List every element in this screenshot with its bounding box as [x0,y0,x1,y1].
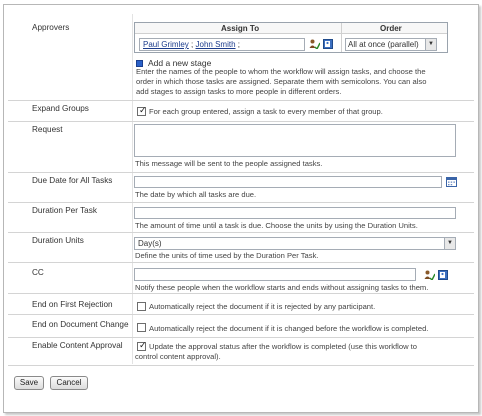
expand-groups-text: For each group entered, assign a task to… [149,107,383,116]
checkmark-icon: ✓ [139,340,147,350]
duration-units-row: Duration Units Day(s) ▼ Define the units… [8,232,474,262]
duration-per-task-row: Duration Per Task The amount of time unt… [8,202,474,232]
duration-units-select[interactable]: Day(s) ▼ [134,237,456,250]
end-first-rejection-label: End on First Rejection [32,300,113,309]
add-stage-icon [136,60,143,67]
chevron-down-icon[interactable]: ▼ [425,39,436,50]
cc-input[interactable] [134,268,416,281]
cc-description: Notify these people when the workflow st… [135,283,429,292]
chevron-down-icon[interactable]: ▼ [444,238,455,249]
content-approval-label: Enable Content Approval [32,341,123,350]
end-first-rejection-text: Automatically reject the document if it … [149,302,376,311]
request-label: Request [32,125,63,134]
assignee-name[interactable]: Paul Grimley [143,40,189,49]
duration-per-task-input[interactable] [134,207,456,219]
check-names-icon[interactable] [309,39,320,49]
address-book-icon[interactable] [323,39,333,49]
content-approval-row: Enable Content Approval ✓ Update the app… [8,337,474,364]
approvers-row: Approvers Assign To Order Paul Grimley ;… [8,14,474,100]
end-doc-change-text: Automatically reject the document if it … [149,324,429,333]
expand-groups-checkbox[interactable]: ✓ [137,105,147,116]
due-date-row: Due Date for All Tasks The date by which… [8,172,474,202]
cc-row: CC Notify these people when the workflow… [8,262,474,293]
approvers-label: Approvers [32,23,70,32]
due-date-input[interactable] [134,176,442,188]
check-names-icon[interactable] [424,270,435,280]
save-button[interactable]: Save [14,376,44,390]
cancel-button[interactable]: Cancel [50,376,88,390]
content-approval-checkbox[interactable]: ✓ [137,340,147,351]
checkmark-icon: ✓ [139,105,147,115]
approvers-description: Enter the names of the people to whom th… [136,67,427,96]
assignee-name[interactable]: John Smith [196,40,236,49]
expand-groups-row: Expand Groups ✓ For each group entered, … [8,100,474,121]
duration-per-task-description: The amount of time until a task is due. … [135,221,418,230]
end-first-rejection-checkbox[interactable] [137,302,146,311]
assign-to-input[interactable]: Paul Grimley ; John Smith ; [139,38,305,51]
request-description: This message will be sent to the people … [135,159,323,168]
due-date-label: Due Date for All Tasks [32,176,113,185]
duration-per-task-label: Duration Per Task [32,206,97,215]
button-bar: Save Cancel [8,365,474,393]
request-row: Request This message will be sent to the… [8,121,474,172]
assign-to-header: Assign To [221,24,260,33]
end-doc-change-checkbox[interactable] [137,323,146,332]
end-doc-change-row: End on Document Change Automatically rej… [8,314,474,337]
end-first-rejection-row: End on First Rejection Automatically rej… [8,293,474,314]
workflow-form: Approvers Assign To Order Paul Grimley ;… [3,4,479,413]
due-date-description: The date by which all tasks are due. [135,190,257,199]
address-book-icon[interactable] [438,270,448,280]
request-textarea[interactable] [134,124,456,157]
duration-units-description: Define the units of time used by the Dur… [135,251,319,260]
approvers-grid: Assign To Order Paul Grimley ; John Smit… [134,22,448,53]
order-header: Order [380,24,402,33]
calendar-icon[interactable] [446,177,457,187]
cc-label: CC [32,268,44,277]
end-doc-change-label: End on Document Change [32,320,129,329]
duration-units-label: Duration Units [32,236,84,245]
content-approval-text: Update the approval status after the wor… [135,342,418,361]
order-select[interactable]: All at once (parallel) ▼ [345,38,437,51]
expand-groups-label: Expand Groups [32,104,89,113]
